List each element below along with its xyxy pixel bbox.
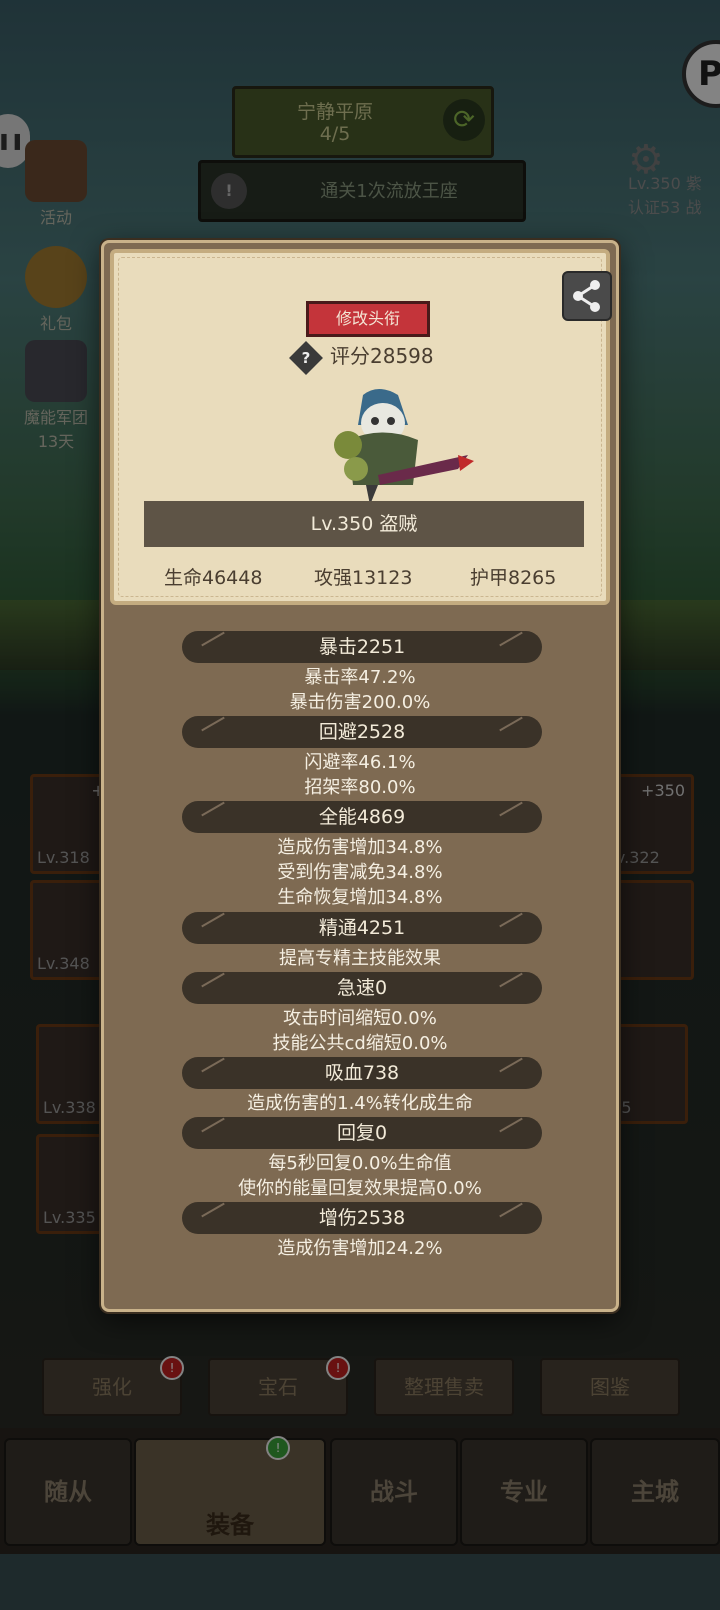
stat-line: 暴击伤害200.0% [289, 692, 431, 713]
share-button[interactable] [562, 271, 612, 321]
stat-line: 每5秒回复0.0%生命值 [268, 1153, 452, 1174]
stat-line: 受到伤害减免34.8% [277, 862, 443, 883]
damage-up-header: 增伤2538 [182, 1202, 542, 1234]
hero-portrait [334, 389, 474, 505]
stat-line: 提高专精主技能效果 [279, 948, 441, 969]
crit-header: 暴击2251 [182, 631, 542, 663]
mastery-header: 精通4251 [182, 912, 542, 944]
edit-title-button[interactable]: 修改头衔 [306, 301, 430, 337]
haste-header: 急速0 [182, 972, 542, 1004]
stat-line: 招架率80.0% [304, 777, 416, 798]
stat-line: 暴击率47.2% [304, 667, 416, 688]
hp-stat: 生命46448 [164, 567, 263, 589]
stat-line: 造成伤害增加34.8% [277, 837, 443, 858]
stat-line: 闪避率46.1% [304, 752, 416, 773]
stat-line: 造成伤害增加24.2% [277, 1238, 443, 1259]
regen-header: 回复0 [182, 1117, 542, 1149]
leech-header: 吸血738 [182, 1057, 542, 1089]
help-icon[interactable]: ? [289, 340, 323, 375]
share-icon [573, 280, 600, 312]
stat-line: 攻击时间缩短0.0% [283, 1008, 437, 1029]
dodge-header: 回避2528 [182, 716, 542, 748]
stat-line: 使你的能量回复效果提高0.0% [238, 1178, 482, 1199]
hero-name-banner: Lv.350 盗贼 [144, 501, 584, 547]
stat-line: 技能公共cd缩短0.0% [272, 1033, 448, 1054]
stat-line: 生命恢复增加34.8% [277, 887, 443, 908]
versatility-header: 全能4869 [182, 801, 542, 833]
score-value: 评分28598 [330, 344, 434, 368]
armor-stat: 护甲8265 [470, 567, 557, 589]
score-row: ? 评分28598 [289, 340, 434, 375]
hero-card: 修改头衔 ? 评分28598 Lv.350 盗贼 生命46448 攻强13123 … [110, 249, 612, 605]
stat-line: 造成伤害的1.4%转化成生命 [247, 1093, 473, 1114]
hero-stats-modal: 修改头衔 ? 评分28598 Lv.350 盗贼 生命46448 攻强13123 … [101, 240, 619, 1312]
attack-stat: 攻强13123 [314, 567, 413, 589]
